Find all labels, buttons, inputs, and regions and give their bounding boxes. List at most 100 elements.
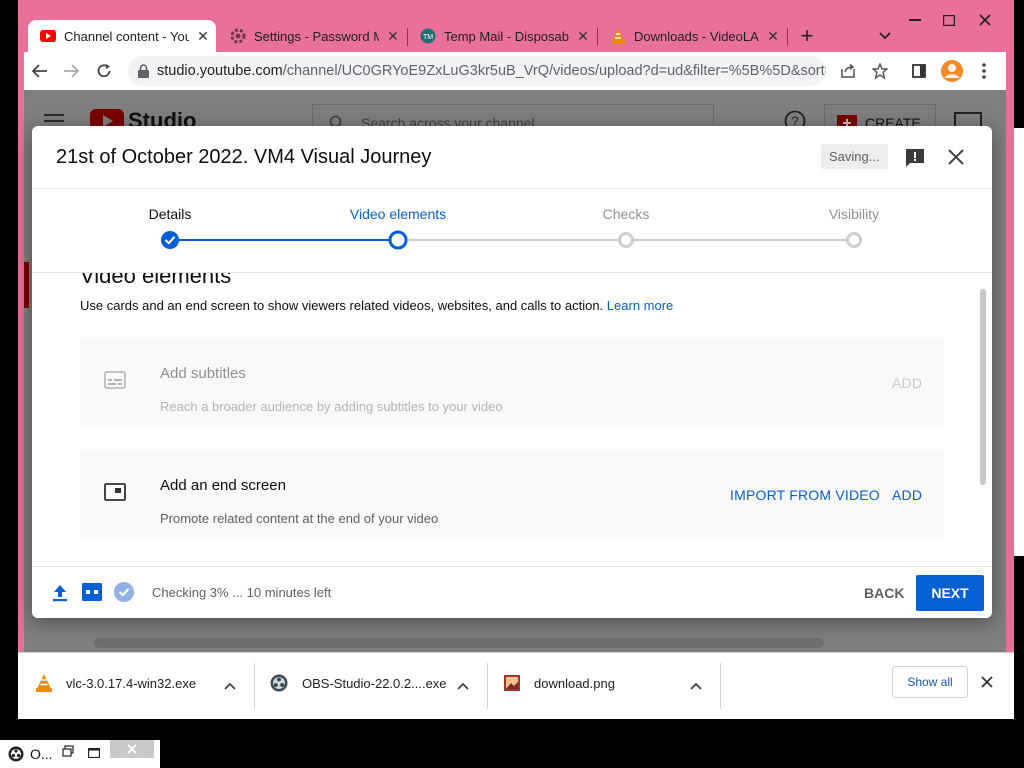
add-end-screen-card: Add an end screen Promote related conten… xyxy=(80,449,944,539)
svg-text:TM: TM xyxy=(423,34,433,41)
taskbar-label: O... xyxy=(30,746,53,762)
gear-icon xyxy=(230,28,246,44)
close-tab-icon[interactable]: ✕ xyxy=(575,28,591,45)
upload-arrow-icon[interactable] xyxy=(52,584,68,607)
lock-icon[interactable] xyxy=(138,64,149,78)
tab-label: Temp Mail - Disposable xyxy=(444,28,569,44)
section-heading: Video elements xyxy=(80,272,232,288)
tempmail-icon: TM xyxy=(420,28,436,44)
add-subtitles-card: Add subtitles Reach a broader audience b… xyxy=(80,337,944,427)
import-from-video-button[interactable]: IMPORT FROM VIDEO xyxy=(730,487,880,503)
card-title: Add subtitles xyxy=(160,365,246,382)
new-tab-button[interactable]: + xyxy=(790,20,824,52)
download-divider xyxy=(487,663,488,709)
download-item[interactable]: OBS-Studio-22.0.2....exe xyxy=(270,665,460,701)
url-text: studio.youtube.com/channel/UC0GRYoE9ZxLu… xyxy=(157,63,826,79)
tab-settings[interactable]: Settings - Password Ma ✕ xyxy=(218,20,406,52)
download-filename: OBS-Studio-22.0.2....exe xyxy=(302,675,447,691)
maximize-icon[interactable] xyxy=(87,745,101,763)
tab-label: Settings - Password Ma xyxy=(254,28,379,44)
horizontal-scrollbar[interactable] xyxy=(94,638,824,648)
tab-channel-content[interactable]: Channel content - YouT ✕ xyxy=(28,20,216,52)
tab-downloads-videolan[interactable]: Downloads - VideoLAN ✕ xyxy=(598,20,786,52)
vlc-icon xyxy=(36,674,52,692)
add-end-screen-button[interactable]: ADD xyxy=(892,487,922,503)
step-video-elements[interactable]: Video elements xyxy=(328,206,468,222)
download-divider xyxy=(720,663,721,709)
vertical-scrollbar[interactable] xyxy=(980,289,986,485)
more-menu-icon[interactable] xyxy=(971,58,997,84)
download-item[interactable]: vlc-3.0.17.4-win32.exe xyxy=(36,665,246,701)
bookmark-star-icon[interactable] xyxy=(867,58,893,84)
step-current-dot xyxy=(388,230,408,250)
card-title: Add an end screen xyxy=(160,477,286,494)
url-host: studio.youtube.com xyxy=(157,63,283,79)
download-options-chevron-icon[interactable] xyxy=(690,677,702,695)
obs-icon xyxy=(270,674,288,692)
profile-avatar[interactable] xyxy=(939,58,965,84)
download-filename: vlc-3.0.17.4-win32.exe xyxy=(66,675,197,691)
taskbar-window-item[interactable]: O... xyxy=(0,740,160,768)
download-options-chevron-icon[interactable] xyxy=(224,677,236,695)
tab-search-chevron-icon[interactable] xyxy=(868,20,902,52)
learn-more-link[interactable]: Learn more xyxy=(607,298,673,313)
address-bar[interactable]: studio.youtube.com/channel/UC0GRYoE9ZxLu… xyxy=(128,56,826,86)
add-subtitles-button[interactable]: ADD xyxy=(892,375,922,391)
card-description: Reach a broader audience by adding subti… xyxy=(160,399,503,414)
step-visibility[interactable]: Visibility xyxy=(784,206,924,222)
restore-icon[interactable] xyxy=(62,744,74,762)
back-arrow-icon[interactable] xyxy=(27,58,53,84)
close-downloads-bar-icon[interactable] xyxy=(981,675,993,693)
end-screen-icon xyxy=(104,483,126,501)
download-divider xyxy=(254,663,255,709)
stepper-track xyxy=(161,230,862,250)
next-button[interactable]: NEXT xyxy=(916,575,984,611)
download-filename: download.png xyxy=(534,675,615,691)
step-done-check-icon xyxy=(161,231,179,249)
share-icon[interactable] xyxy=(835,58,861,84)
download-item[interactable]: download.png xyxy=(504,665,694,701)
forward-arrow-icon[interactable] xyxy=(58,58,84,84)
dialog-title: 21st of October 2022. VM4 Visual Journey xyxy=(56,146,432,168)
show-all-downloads-button[interactable]: Show all xyxy=(892,666,968,698)
reload-icon[interactable] xyxy=(91,58,117,84)
close-window-icon[interactable] xyxy=(110,740,154,758)
youtube-icon xyxy=(40,28,56,44)
downloads-bar: vlc-3.0.17.4-win32.exe OBS-Studio-22.0.2… xyxy=(18,652,1014,719)
step-details[interactable]: Details xyxy=(100,206,240,222)
checks-status-icon[interactable] xyxy=(114,582,134,607)
tab-label: Downloads - VideoLAN xyxy=(634,28,759,44)
close-tab-icon[interactable]: ✕ xyxy=(195,28,211,45)
obs-icon xyxy=(8,746,24,767)
tab-divider xyxy=(787,28,788,46)
close-window-button[interactable] xyxy=(968,8,1002,32)
back-button[interactable]: BACK xyxy=(864,585,904,601)
saving-status-badge: Saving... xyxy=(821,144,888,169)
step-checks[interactable]: Checks xyxy=(556,206,696,222)
step-pending-dot xyxy=(846,232,862,248)
tab-temp-mail[interactable]: TM Temp Mail - Disposable ✕ xyxy=(408,20,596,52)
section-description: Use cards and an end screen to show view… xyxy=(80,298,673,313)
close-tab-icon[interactable]: ✕ xyxy=(385,28,401,45)
image-file-icon xyxy=(504,675,520,691)
tab-label: Channel content - YouT xyxy=(64,28,189,44)
feedback-icon[interactable] xyxy=(905,148,925,173)
maximize-button[interactable] xyxy=(932,8,966,32)
url-path: /channel/UC0GRYoE9ZxLuG3kr5uB_VrQ/videos… xyxy=(282,63,826,79)
section-description-text: Use cards and an end screen to show view… xyxy=(80,298,604,313)
vlc-icon xyxy=(610,28,626,44)
close-tab-icon[interactable]: ✕ xyxy=(765,28,781,45)
subtitles-icon xyxy=(104,371,126,389)
close-dialog-icon[interactable] xyxy=(948,149,964,170)
step-pending-dot xyxy=(618,232,634,248)
hd-processing-icon[interactable] xyxy=(82,583,102,606)
background-window-edge xyxy=(1014,128,1024,556)
download-options-chevron-icon[interactable] xyxy=(457,677,469,695)
side-panel-icon[interactable] xyxy=(906,58,932,84)
active-nav-indicator xyxy=(24,262,29,308)
card-description: Promote related content at the end of yo… xyxy=(160,511,439,526)
progress-text: Checking 3% ... 10 minutes left xyxy=(152,585,332,600)
minimize-button[interactable] xyxy=(898,8,932,32)
upload-dialog: 21st of October 2022. VM4 Visual Journey… xyxy=(32,126,992,618)
dialog-body[interactable]: Video elements Use cards and an end scre… xyxy=(32,272,992,567)
